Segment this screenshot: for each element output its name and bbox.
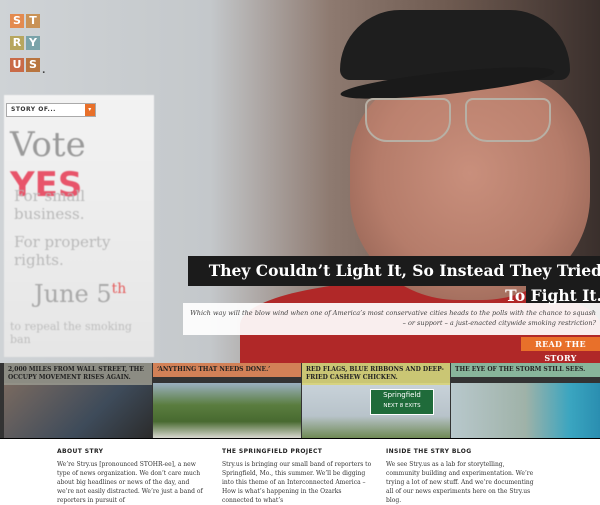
site-logo[interactable]: S T R Y U S .: [10, 14, 50, 92]
highway-sign: Springfield NEXT 8 EXITS: [370, 389, 434, 415]
tile-label: 2,000 miles from Wall Street, the Occupy…: [4, 363, 152, 385]
column-heading[interactable]: THE SPRINGFIELD PROJECT: [222, 448, 372, 455]
column-heading[interactable]: ABOUT STRY: [57, 448, 207, 455]
story-tile[interactable]: ‘Anything that needs done.’: [153, 363, 301, 438]
vote-sign-image: Vote YES For small business. For propert…: [4, 95, 154, 357]
storm-photo: [451, 383, 600, 438]
story-of-dropdown[interactable]: STORY OF... ▾: [6, 103, 96, 117]
sign-date: June 5th: [34, 280, 127, 308]
hero-banner: Vote YES For small business. For propert…: [0, 0, 600, 363]
sign-line-3: to repeal the smoking ban: [10, 320, 132, 346]
blog-column: INSIDE THE STRY BLOG We see Stry.us as a…: [386, 448, 536, 505]
chevron-down-icon[interactable]: ▾: [85, 104, 95, 116]
read-story-button[interactable]: READ THE STORY: [521, 337, 600, 363]
story-of-label: STORY OF...: [11, 106, 56, 113]
highway-sign-photo: Springfield NEXT 8 EXITS: [302, 383, 450, 438]
column-text: We see Stry.us as a lab for storytelling…: [386, 461, 534, 504]
tile-label: ‘Anything that needs done.’: [153, 363, 301, 377]
portrait-glasses: [365, 98, 555, 142]
sign-line-2: For property rights.: [14, 233, 111, 269]
story-tile[interactable]: Springfield NEXT 8 EXITS Red flags, blue…: [302, 363, 450, 438]
story-tiles: 2,000 miles from Wall Street, the Occupy…: [0, 363, 600, 438]
hero-headline[interactable]: They Couldn’t Light It, So Instead They …: [194, 258, 600, 308]
tile-label: Red flags, blue ribbons and deep-fried c…: [302, 363, 450, 385]
story-tile[interactable]: 2,000 miles from Wall Street, the Occupy…: [4, 363, 152, 438]
springfield-column: THE SPRINGFIELD PROJECT Stry.us is bring…: [222, 448, 372, 505]
cemetery-photo: [153, 383, 301, 438]
hero-subtitle: Which way will the blow wind when one of…: [190, 309, 596, 327]
column-heading[interactable]: INSIDE THE STRY BLOG: [386, 448, 536, 455]
column-text: We’re Stry.us [pronounced STOHR-ee], a n…: [57, 461, 203, 504]
story-tile[interactable]: The eye of the storm still sees.: [451, 363, 600, 438]
tile-label: The eye of the storm still sees.: [451, 363, 600, 377]
info-columns: ABOUT STRY We’re Stry.us [pronounced STO…: [0, 438, 600, 504]
occupy-photo: [4, 383, 152, 438]
about-column: ABOUT STRY We’re Stry.us [pronounced STO…: [57, 448, 207, 505]
sign-line-1: For small business.: [14, 187, 86, 223]
column-text: Stry.us is bringing our small band of re…: [222, 461, 372, 504]
